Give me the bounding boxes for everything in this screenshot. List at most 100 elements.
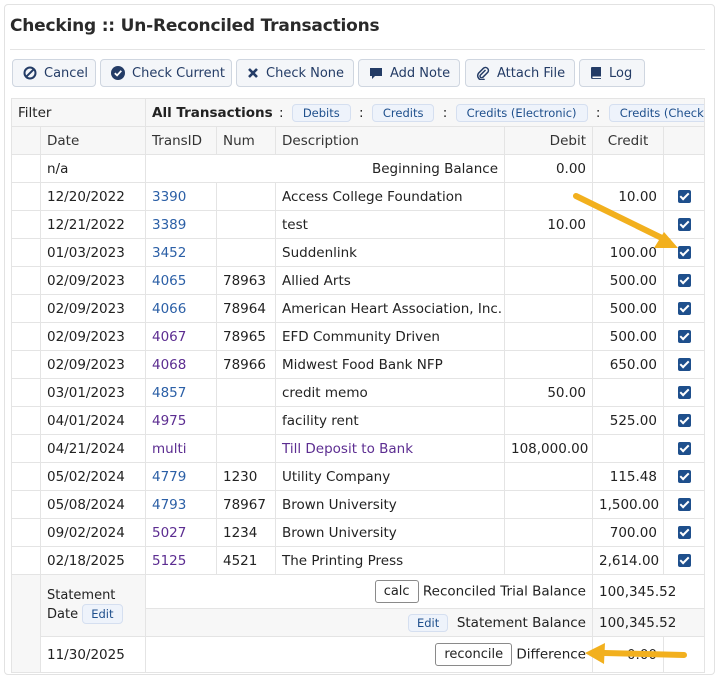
row-checkbox-cell: [662, 266, 706, 295]
reconciled-checkbox[interactable]: [677, 358, 691, 371]
beginning-date: n/a: [40, 154, 146, 183]
row-description: American Heart Association, Inc.: [275, 294, 505, 323]
reconciled-checkbox[interactable]: [677, 442, 691, 455]
filter-row: Filter All Transactions : Debits : Credi…: [11, 98, 706, 127]
row-handle: [11, 518, 41, 547]
reconciled-checkbox[interactable]: [677, 274, 691, 287]
row-date: 04/21/2024: [40, 434, 146, 463]
table-row: 04/21/2024 multi Till Deposit to Bank 108,0…: [11, 434, 706, 463]
row-transid-link[interactable]: 4067: [145, 322, 217, 351]
row-debit: 10.00: [504, 210, 593, 239]
row-debit: [504, 490, 593, 519]
reconciled-checkbox[interactable]: [677, 330, 691, 343]
reconciled-checkbox[interactable]: [677, 302, 691, 315]
row-checkbox-cell: [662, 322, 706, 351]
row-date: 02/09/2023: [40, 350, 146, 379]
reconcile-button[interactable]: reconcile: [435, 643, 513, 666]
table-row: 12/21/2022 3389 test 10.00: [11, 210, 706, 239]
reconciled-checkbox[interactable]: [677, 386, 691, 399]
reconciled-checkbox[interactable]: [677, 414, 691, 427]
calc-button[interactable]: calc: [374, 580, 419, 603]
row-transid-link[interactable]: 3452: [145, 238, 217, 267]
row-credit: 1,500.00: [592, 490, 664, 519]
row-debit: [504, 238, 593, 267]
row-checkbox-cell: [662, 238, 706, 267]
add-note-button[interactable]: Add Note: [358, 59, 460, 87]
row-transid-link[interactable]: 4065: [145, 266, 217, 295]
row-transid-link[interactable]: 5125: [145, 546, 217, 575]
statement-balance-edit-button[interactable]: Edit: [407, 613, 449, 632]
comment-icon: [370, 67, 382, 79]
reconciled-checkbox[interactable]: [677, 498, 691, 511]
row-debit: [504, 322, 593, 351]
cancel-button[interactable]: Cancel: [12, 59, 96, 87]
table-row: 01/03/2023 3452 Suddenlink 100.00: [11, 238, 706, 267]
row-transid-link[interactable]: 4975: [145, 406, 217, 435]
check-none-button[interactable]: Check None: [236, 59, 354, 87]
difference-value: 0.00: [592, 636, 664, 673]
filter-credits[interactable]: Credits: [371, 103, 435, 122]
row-checkbox-cell: [662, 546, 706, 575]
row-transid-link[interactable]: 5027: [145, 518, 217, 547]
row-date: 02/09/2023: [40, 266, 146, 295]
row-description: Suddenlink: [275, 238, 505, 267]
row-num: 1230: [216, 462, 276, 491]
row-transid-link[interactable]: 4068: [145, 350, 217, 379]
row-checkbox-cell: [662, 210, 706, 239]
row-transid-link[interactable]: 3389: [145, 210, 217, 239]
row-num: 78964: [216, 294, 276, 323]
row-handle: [11, 378, 41, 407]
row-credit: 500.00: [592, 294, 664, 323]
row-debit: [504, 518, 593, 547]
row-transid-link[interactable]: 4857: [145, 378, 217, 407]
beginning-balance-row: n/a Beginning Balance 0.00: [11, 154, 706, 183]
row-num: [216, 406, 276, 435]
reconciled-checkbox[interactable]: [677, 470, 691, 483]
row-description: credit memo: [275, 378, 505, 407]
filter-credits-checks[interactable]: Credits (Checks): [608, 103, 704, 122]
reconciled-trial-balance-row: Statement Date Edit calc Reconciled Tria…: [11, 574, 706, 673]
row-debit: [504, 182, 593, 211]
reconciled-checkbox[interactable]: [677, 554, 691, 567]
row-transid-link[interactable]: multi: [145, 434, 217, 463]
statement-date-value: 11/30/2025: [40, 636, 146, 673]
row-transid-link[interactable]: 3390: [145, 182, 217, 211]
col-debit: Debit: [504, 126, 593, 155]
row-date: 12/20/2022: [40, 182, 146, 211]
row-num: 1234: [216, 518, 276, 547]
reconciled-checkbox[interactable]: [677, 218, 691, 231]
check-current-button[interactable]: Check Current: [100, 59, 232, 87]
table-row: 05/02/2024 4779 1230 Utility Company 115.48: [11, 462, 706, 491]
row-date: 02/09/2023: [40, 322, 146, 351]
reconciled-checkbox[interactable]: [677, 246, 691, 259]
row-credit: 500.00: [592, 266, 664, 295]
row-description: Brown University: [275, 518, 505, 547]
row-description: Till Deposit to Bank: [275, 434, 505, 463]
filter-debits[interactable]: Debits: [291, 103, 351, 122]
row-checkbox-cell: [662, 182, 706, 211]
row-date: 05/08/2024: [40, 490, 146, 519]
row-handle: [11, 350, 41, 379]
statement-date-edit-button[interactable]: Edit: [82, 603, 123, 624]
row-transid-link[interactable]: 4779: [145, 462, 217, 491]
log-button[interactable]: Log: [579, 59, 645, 87]
row-transid-link[interactable]: 4793: [145, 490, 217, 519]
table-row: 02/09/2023 4067 78965 EFD Community Driven 5…: [11, 322, 706, 351]
row-num: [216, 210, 276, 239]
reconciled-checkbox[interactable]: [677, 526, 691, 539]
row-num: 78965: [216, 322, 276, 351]
all-transactions-filter[interactable]: All Transactions: [152, 105, 273, 121]
row-description: Brown University: [275, 490, 505, 519]
row-description: test: [275, 210, 505, 239]
row-credit: 700.00: [592, 518, 664, 547]
reconciled-checkbox[interactable]: [677, 190, 691, 203]
row-credit: 115.48: [592, 462, 664, 491]
attach-file-button[interactable]: Attach File: [465, 59, 575, 87]
filter-credits-electronic[interactable]: Credits (Electronic): [455, 103, 588, 122]
table-row: 02/09/2023 4066 78964 American Heart Associ…: [11, 294, 706, 323]
row-transid-link[interactable]: 4066: [145, 294, 217, 323]
table-row: 05/08/2024 4793 78967 Brown University 1,500…: [11, 490, 706, 519]
row-num: 4521: [216, 546, 276, 575]
row-num: 78966: [216, 350, 276, 379]
filter-options: All Transactions : Debits : Credits : Cr…: [144, 98, 706, 127]
